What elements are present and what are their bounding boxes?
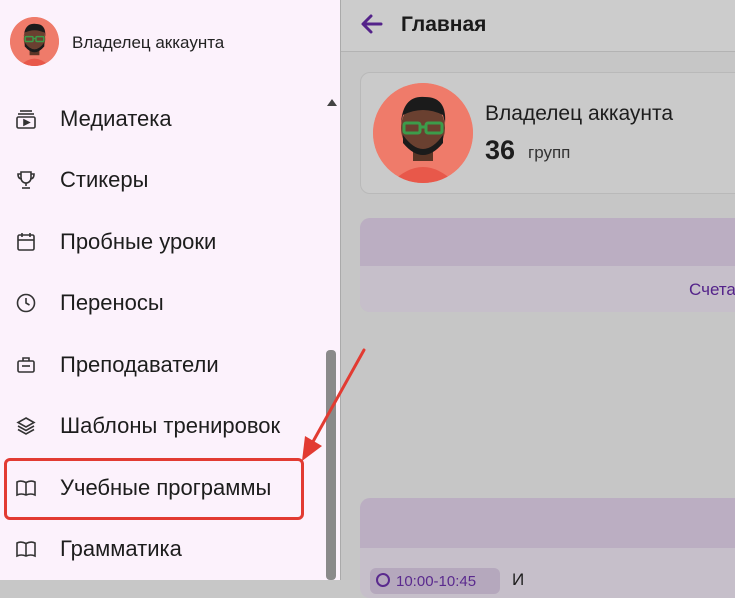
groups-label: групп (528, 143, 571, 162)
layers-icon (15, 415, 37, 437)
sidebar-item-label: Пробные уроки (60, 228, 217, 254)
media-library-icon (15, 108, 37, 130)
account-header[interactable]: Владелец аккаунта (0, 0, 340, 86)
main-header: Главная (341, 0, 735, 52)
highlight-box (4, 458, 304, 520)
clock-icon (376, 573, 390, 587)
sidebar-item-label: Грамматика (60, 536, 182, 562)
panel-header (360, 498, 735, 548)
sidebar-scrollbar[interactable] (324, 95, 337, 580)
sidebar-item-trial-lessons[interactable]: Пробные уроки (0, 211, 322, 273)
sidebar-item-teachers[interactable]: Преподаватели (0, 334, 322, 396)
sidebar: Владелец аккаунта Медиатека Стикеры Проб… (0, 0, 340, 580)
panel-footer: Счета (360, 266, 735, 312)
sidebar-item-grammar[interactable]: Грамматика (0, 519, 322, 581)
profile-name: Владелец аккаунта (485, 102, 674, 125)
clock-icon (15, 292, 37, 314)
lesson-time-chip: 10:00-10:45 (370, 568, 500, 594)
main-content: Главная Владелец аккаунта 36 групп Счета (341, 0, 735, 598)
sidebar-item-transfers[interactable]: Переносы (0, 273, 322, 335)
calendar-icon (15, 231, 37, 253)
open-book-icon (15, 538, 37, 560)
sidebar-item-media-library[interactable]: Медиатека (0, 88, 322, 150)
account-name: Владелец аккаунта (72, 33, 225, 52)
invoices-link[interactable]: Счета (689, 280, 735, 300)
sidebar-item-label: Переносы (60, 290, 164, 316)
back-arrow-icon[interactable] (360, 12, 384, 36)
trophy-icon (15, 169, 37, 191)
lesson-time: 10:00-10:45 (396, 573, 477, 590)
sidebar-item-stickers[interactable]: Стикеры (0, 150, 322, 212)
id-badge-icon (15, 354, 37, 376)
panel-header (360, 218, 735, 266)
sidebar-item-training-templates[interactable]: Шаблоны тренировок (0, 396, 322, 458)
groups-count: 36 (485, 135, 516, 165)
avatar (10, 17, 59, 66)
sidebar-item-label: Медиатека (60, 105, 172, 131)
sidebar-item-label: Стикеры (60, 167, 149, 193)
profile-card[interactable]: Владелец аккаунта 36 групп (360, 72, 735, 194)
lesson-panel: 10:00-10:45 И (360, 498, 735, 598)
sidebar-item-label: Шаблоны тренировок (60, 413, 281, 439)
avatar (373, 83, 473, 183)
scroll-up-arrow-icon[interactable] (327, 99, 337, 106)
sidebar-item-label: Преподаватели (60, 351, 219, 377)
scrollbar-thumb[interactable] (326, 350, 336, 580)
page-title: Главная (401, 13, 487, 36)
lesson-title: И (512, 570, 525, 589)
invoices-panel: Счета (360, 218, 735, 312)
